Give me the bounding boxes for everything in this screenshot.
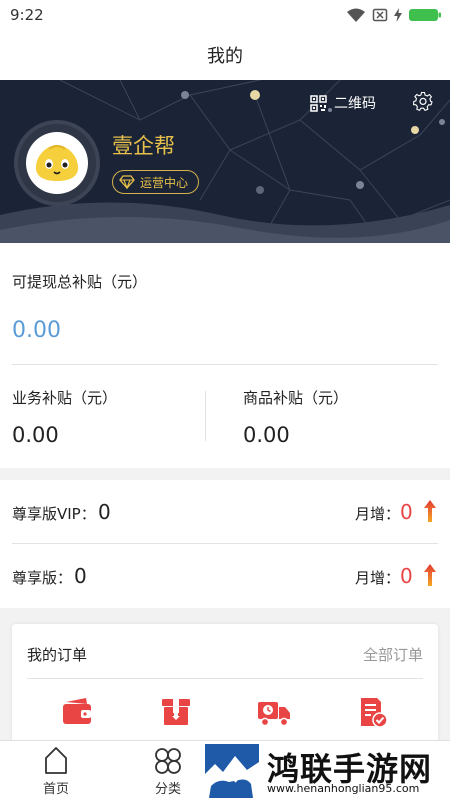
- sim-icon: [372, 8, 388, 22]
- wallet-card: 可提现总补贴（元） 0.00 业务补贴（元） 0.00 商品补贴（元） 0.00: [0, 243, 450, 468]
- home-icon: [45, 747, 67, 774]
- category-icon: [155, 748, 181, 774]
- profile-banner: 壹企帮 运营中心 二维码: [0, 80, 450, 243]
- monthly-increase-value: 0: [400, 564, 413, 588]
- membership-count: 0: [98, 500, 111, 524]
- arrow-up-icon: [424, 500, 436, 522]
- avatar-image: [26, 132, 88, 194]
- package-icon[interactable]: [159, 696, 193, 728]
- watermark-logo: [205, 744, 259, 798]
- business-subsidy-value[interactable]: 0.00: [12, 423, 59, 447]
- watermark: 鸿联手游网 www.henanhonglian95.com: [203, 742, 450, 800]
- qr-code-button[interactable]: 二维码: [310, 93, 376, 113]
- role-badge-label: 运营中心: [140, 175, 189, 190]
- tab-home[interactable]: 首页: [16, 741, 96, 800]
- tab-home-label: 首页: [42, 782, 69, 797]
- total-subsidy-value[interactable]: 0.00: [12, 318, 61, 343]
- tab-category-label: 分类: [154, 782, 181, 797]
- total-subsidy-label: 可提现总补贴（元）: [12, 273, 148, 291]
- avatar[interactable]: [14, 120, 100, 206]
- battery-icon: [409, 9, 441, 21]
- qr-code-label: 二维码: [334, 96, 376, 112]
- goods-subsidy-label: 商品补贴（元）: [243, 389, 349, 407]
- membership-row-vip[interactable]: 尊享版VIP： 0 月增： 0: [0, 480, 450, 544]
- membership-row-standard[interactable]: 尊享版： 0 月增： 0: [0, 544, 450, 608]
- goods-subsidy-value[interactable]: 0.00: [243, 423, 290, 447]
- settings-gear-icon[interactable]: [413, 91, 433, 111]
- qr-code-icon: [310, 94, 327, 112]
- monthly-increase-label: 月增：: [355, 505, 401, 523]
- wifi-icon: [347, 8, 365, 22]
- tab-category[interactable]: 分类: [128, 741, 208, 800]
- role-badge[interactable]: 运营中心: [112, 170, 200, 194]
- monthly-increase-value: 0: [400, 500, 413, 524]
- business-subsidy-label: 业务补贴（元）: [12, 389, 118, 407]
- charging-icon: [394, 8, 402, 22]
- page-title: 我的: [207, 46, 243, 67]
- wallet-icon[interactable]: [60, 696, 94, 728]
- status-bar: 9:22: [0, 0, 450, 30]
- membership-count: 0: [74, 564, 87, 588]
- all-orders-link[interactable]: 全部订单: [363, 644, 423, 665]
- orders-divider: [27, 678, 423, 679]
- orders-title: 我的订单: [27, 646, 88, 664]
- membership-stats: 尊享版VIP： 0 月增： 0 尊享版： 0 月增： 0: [0, 480, 450, 608]
- title-bar: 我的: [0, 30, 450, 80]
- membership-label: 尊享版VIP：: [12, 505, 96, 523]
- review-icon[interactable]: [355, 696, 389, 728]
- status-icons: [346, 6, 442, 24]
- user-name: 壹企帮: [112, 134, 175, 158]
- status-time: 9:22: [10, 6, 44, 24]
- membership-divider: [12, 543, 438, 544]
- diamond-icon: [119, 175, 135, 189]
- monthly-increase-label: 月增：: [355, 569, 401, 587]
- my-orders-card: 我的订单 全部订单: [12, 624, 438, 744]
- wallet-divider: [12, 364, 438, 365]
- bun-mascot-icon: [35, 145, 79, 181]
- wallet-column-divider: [205, 391, 206, 441]
- watermark-url: www.henanhonglian95.com: [267, 782, 420, 795]
- arrow-up-icon: [424, 564, 436, 586]
- watermark-logo-icon: [205, 756, 259, 798]
- truck-icon[interactable]: [257, 696, 291, 728]
- membership-label: 尊享版：: [12, 569, 73, 587]
